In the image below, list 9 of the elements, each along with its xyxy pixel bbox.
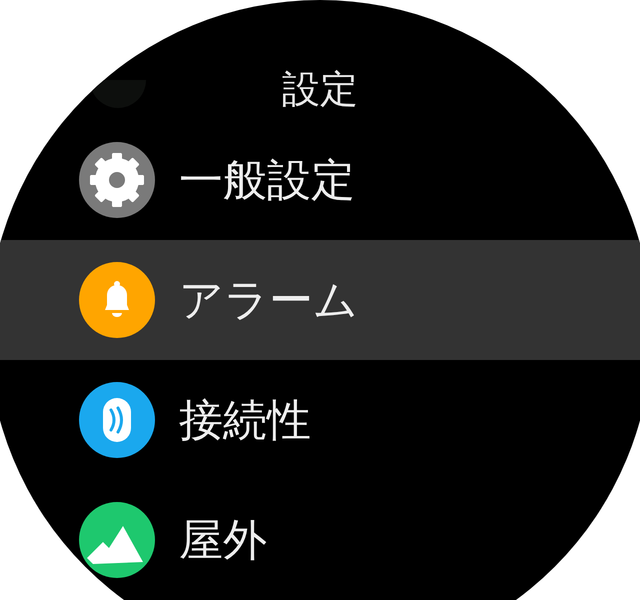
menu-item[interactable]: 接続性: [0, 360, 640, 480]
menu-item-label: 一般設定: [179, 154, 355, 208]
menu-item[interactable]: アラーム: [0, 240, 640, 360]
menu-item-label: 接続性: [179, 394, 311, 448]
menu-item-label: 屋外: [179, 514, 267, 568]
menu-item[interactable]: 一般設定: [0, 120, 640, 240]
menu-item[interactable]: 屋外: [0, 480, 640, 600]
menu-item-label: アラーム: [179, 274, 358, 328]
screen-title: 設定: [282, 66, 358, 112]
